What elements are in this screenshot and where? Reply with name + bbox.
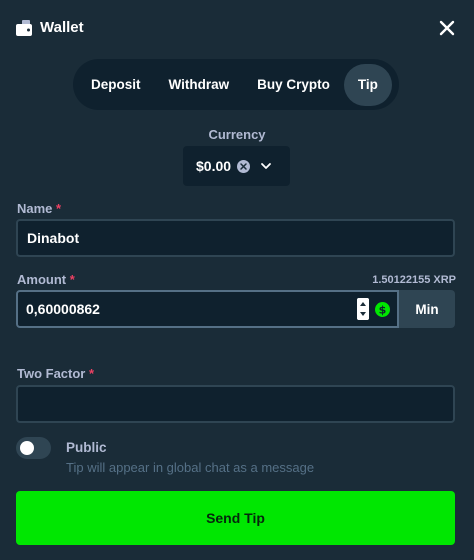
amount-input[interactable] xyxy=(18,292,348,326)
toggle-knob xyxy=(20,441,34,455)
public-toggle[interactable] xyxy=(16,437,51,459)
close-icon[interactable] xyxy=(438,19,456,37)
tab-tip[interactable]: Tip xyxy=(343,63,392,106)
two-factor-required-mark: * xyxy=(89,366,95,381)
name-label-text: Name xyxy=(17,201,53,216)
wallet-icon xyxy=(16,20,32,36)
amount-required-mark: * xyxy=(69,272,75,287)
two-factor-label: Two Factor * xyxy=(17,366,94,381)
public-label: Public xyxy=(66,440,107,455)
currency-value: $0.00 xyxy=(196,158,232,174)
coin-icon xyxy=(237,159,251,173)
amount-label-text: Amount xyxy=(17,272,67,287)
stepper-icon[interactable] xyxy=(357,298,369,320)
wallet-tabs: Deposit Withdraw Buy Crypto Tip xyxy=(73,59,399,110)
tab-deposit[interactable]: Deposit xyxy=(77,64,155,106)
xrp-balance: 1.50122155 XRP xyxy=(372,274,456,286)
two-factor-label-text: Two Factor xyxy=(17,366,86,381)
currency-label: Currency xyxy=(208,127,266,142)
tab-buy-crypto[interactable]: Buy Crypto xyxy=(243,64,344,106)
public-description: Tip will appear in global chat as a mess… xyxy=(66,460,315,475)
two-factor-input[interactable] xyxy=(16,385,455,423)
name-label: Name * xyxy=(17,201,61,216)
svg-text:$: $ xyxy=(379,304,387,317)
send-tip-button[interactable]: Send Tip xyxy=(16,491,455,545)
currency-select[interactable]: $0.00 xyxy=(183,146,290,186)
dollar-icon: $ xyxy=(375,302,390,317)
modal-title: Wallet xyxy=(40,19,84,36)
name-required-mark: * xyxy=(56,201,62,216)
amount-label: Amount * xyxy=(17,272,75,287)
wallet-header: Wallet xyxy=(0,0,474,56)
tab-withdraw[interactable]: Withdraw xyxy=(155,64,244,106)
name-input[interactable] xyxy=(16,219,455,257)
min-button[interactable]: Min xyxy=(399,290,455,328)
chevron-down-icon xyxy=(261,163,271,169)
amount-field: $ xyxy=(16,290,399,328)
